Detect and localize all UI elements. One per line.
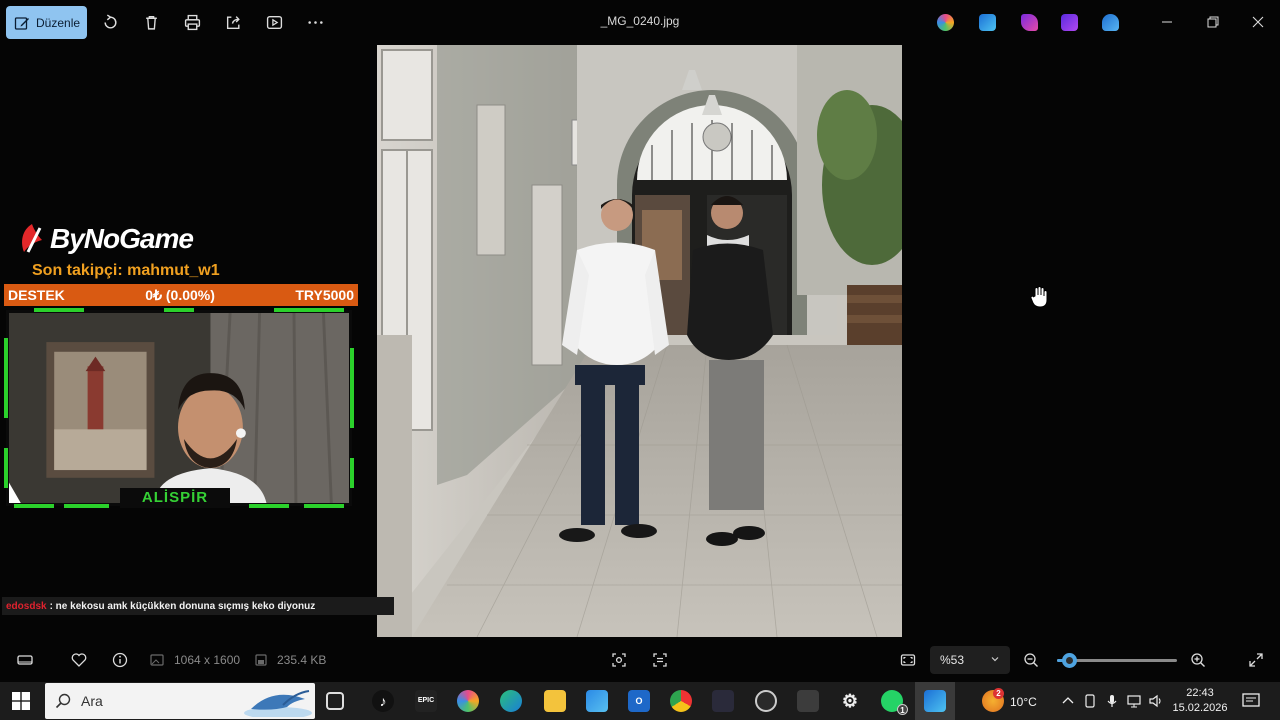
- hand-cursor-icon: [1030, 286, 1048, 308]
- phone-link-icon[interactable]: [1082, 693, 1098, 709]
- rotate-icon[interactable]: [100, 12, 120, 32]
- outlook-icon[interactable]: O: [628, 690, 650, 712]
- top-toolbar: Düzenle _MG_0240.jpg: [0, 0, 1280, 44]
- brand-name: ByNoGame: [50, 223, 194, 254]
- more-options-icon[interactable]: [305, 12, 325, 32]
- photos-icon[interactable]: [924, 690, 946, 712]
- copilot-taskbar-icon[interactable]: [457, 690, 479, 712]
- latest-follower: Son takipçi: mahmut_w1: [32, 262, 220, 279]
- support-label: DESTEK: [8, 287, 65, 303]
- obs-icon[interactable]: [755, 690, 777, 712]
- search-highlight-art-icon: [244, 690, 312, 717]
- calculator-icon[interactable]: [797, 690, 819, 712]
- search-placeholder: Ara: [81, 693, 103, 709]
- clipchamp-icon[interactable]: [1021, 14, 1038, 31]
- onedrive-icon[interactable]: [1102, 14, 1119, 31]
- main-photo[interactable]: [377, 45, 902, 637]
- file-size: 235.4 KB: [277, 653, 327, 667]
- epic-games-icon[interactable]: EPIC: [415, 690, 437, 712]
- designer-icon[interactable]: [979, 14, 996, 31]
- support-amount: 0₺ (0.00%): [145, 286, 215, 303]
- chat-message: edosdsk : ne kekosu amk küçükken donuna …: [2, 597, 394, 615]
- search-icon: [55, 693, 71, 709]
- photos-app-window: Düzenle _MG_0240.jpg ByNoGame Son takipç…: [0, 0, 1280, 720]
- zoom-dropdown[interactable]: %53: [930, 646, 1010, 674]
- zoom-slider-thumb[interactable]: [1062, 653, 1077, 668]
- notification-icon[interactable]: [1242, 692, 1260, 710]
- whatsapp-badge: 1: [897, 704, 908, 715]
- file-size-icon: [252, 651, 270, 669]
- image-dimensions: 1064 x 1600: [174, 653, 241, 667]
- info-bar: 1064 x 1600 235.4 KB %53: [0, 640, 1280, 680]
- store-icon[interactable]: [586, 690, 608, 712]
- clock-time: 22:43: [1186, 687, 1214, 699]
- chrome-icon[interactable]: [670, 690, 692, 712]
- text-scan-icon[interactable]: [651, 651, 669, 669]
- share-icon[interactable]: [223, 12, 243, 32]
- file-explorer-icon[interactable]: [544, 690, 566, 712]
- settings-gear-icon[interactable]: ⚙: [839, 690, 861, 712]
- zoom-value: %53: [940, 653, 965, 667]
- windows-start-icon[interactable]: [12, 692, 30, 710]
- chevron-up-icon[interactable]: [1060, 693, 1076, 709]
- zoom-out-icon[interactable]: [1022, 651, 1040, 669]
- volume-icon[interactable]: [1148, 693, 1164, 709]
- taskbar-clock[interactable]: 22:43 15.02.2026: [1168, 686, 1232, 716]
- taskbar: Ara ♪ EPIC O ⚙ 1 2 10°C 22:43 15.02.2026: [0, 682, 1280, 720]
- image-size-icon: [148, 651, 166, 669]
- delete-icon[interactable]: [141, 12, 161, 32]
- restore-button[interactable]: [1203, 12, 1223, 32]
- chat-text: : ne kekosu amk küçükken donuna sıçmış k…: [49, 600, 316, 612]
- edge-icon[interactable]: [500, 690, 522, 712]
- slideshow-icon[interactable]: [264, 12, 284, 32]
- task-view-icon[interactable]: [326, 692, 344, 710]
- minimize-button[interactable]: [1157, 12, 1177, 32]
- visual-search-icon[interactable]: [610, 651, 628, 669]
- clock-date: 15.02.2026: [1172, 702, 1228, 714]
- fit-to-window-icon[interactable]: [899, 651, 917, 669]
- info-icon[interactable]: [111, 651, 129, 669]
- support-bar: DESTEK 0₺ (0.00%) TRY5000: [4, 284, 358, 306]
- edit-icon: [14, 16, 29, 30]
- zoom-in-icon[interactable]: [1189, 651, 1207, 669]
- support-goal: TRY5000: [295, 287, 354, 303]
- stream-overlay: ByNoGame Son takipçi: mahmut_w1 DESTEK 0…: [0, 210, 360, 510]
- cam-name-label: ALİSPİR: [120, 488, 230, 508]
- tiktok-icon[interactable]: ♪: [372, 690, 394, 712]
- file-title: _MG_0240.jpg: [600, 14, 680, 28]
- bynogame-logo-icon: [22, 224, 42, 253]
- davinci-resolve-icon[interactable]: [712, 690, 734, 712]
- close-button[interactable]: [1248, 12, 1268, 32]
- chevron-down-icon: [991, 657, 999, 662]
- filmstrip-icon[interactable]: [16, 651, 34, 669]
- zoom-slider[interactable]: [1057, 653, 1177, 668]
- video-editor-icon[interactable]: [1061, 14, 1078, 31]
- copilot-icon[interactable]: [937, 14, 954, 31]
- weather-temperature: 10°C: [1010, 695, 1037, 709]
- weather-badge: 2: [993, 688, 1004, 699]
- network-icon[interactable]: [1126, 693, 1142, 709]
- print-icon[interactable]: [182, 12, 202, 32]
- fullscreen-icon[interactable]: [1247, 651, 1265, 669]
- webcam-feed: [6, 310, 352, 506]
- favorite-icon[interactable]: [70, 651, 88, 669]
- brand: ByNoGame: [18, 222, 194, 256]
- microphone-icon[interactable]: [1104, 693, 1120, 709]
- edit-button[interactable]: Düzenle: [6, 6, 87, 39]
- edit-button-label: Düzenle: [36, 15, 81, 30]
- chat-username: edosdsk: [6, 600, 47, 612]
- taskbar-search[interactable]: Ara: [45, 683, 315, 719]
